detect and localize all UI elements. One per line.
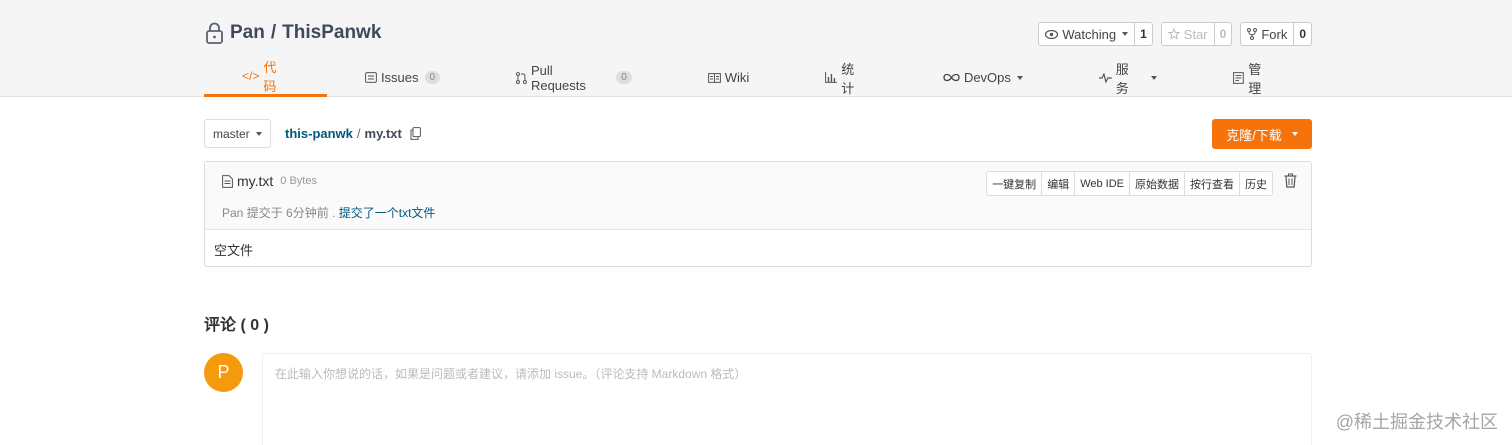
breadcrumb: this-panwk / my.txt (285, 126, 421, 141)
wiki-icon (707, 72, 721, 83)
commit-time: 提交于 6分钟前 . (246, 206, 336, 220)
raw-button[interactable]: 原始数据 (1130, 172, 1185, 195)
chevron-down-icon (1122, 32, 1129, 36)
file-icon (222, 174, 233, 188)
web-ide-button[interactable]: Web IDE (1075, 172, 1130, 195)
star-button[interactable]: Star 0 (1160, 22, 1233, 46)
branch-name: master (213, 126, 250, 141)
commit-message[interactable]: 提交了一个txt文件 (339, 206, 436, 220)
watch-button[interactable]: Watching 1 (1038, 22, 1153, 46)
pull-request-icon (516, 71, 527, 84)
copy-all-button[interactable]: 一键复制 (987, 172, 1043, 195)
watermark: @稀土掘金技术社区 (1335, 412, 1498, 432)
tab-code[interactable]: </> 代码 (204, 58, 327, 97)
repo-owner[interactable]: Pan (230, 22, 265, 44)
commit-author[interactable]: Pan (222, 206, 243, 220)
file-actions: 一键复制 编辑 Web IDE 原始数据 按行查看 历史 (986, 171, 1273, 196)
tab-wiki[interactable]: Wiki (670, 58, 788, 97)
repo-header: Pan / ThisPanwk Watching 1 Star 0 Fork 0 (0, 0, 1512, 97)
devops-icon (943, 73, 960, 82)
breadcrumb-file: my.txt (364, 126, 402, 141)
star-icon (1167, 28, 1180, 40)
tab-stats[interactable]: 统计 (787, 58, 905, 97)
repo-title: Pan / ThisPanwk (205, 22, 381, 44)
chevron-down-icon (1016, 75, 1023, 80)
repo-tabs: </> 代码 Issues 0 Pull Requests 0 Wiki 统计 … (204, 58, 1312, 97)
history-button[interactable]: 历史 (1240, 172, 1272, 195)
tab-pull-requests[interactable]: Pull Requests 0 (478, 58, 670, 97)
file-viewer: my.txt 0 Bytes Pan 提交于 6分钟前 . 提交了一个txt文件… (204, 161, 1312, 267)
settings-icon (1233, 71, 1245, 84)
chevron-down-icon (255, 131, 262, 136)
file-title: my.txt 0 Bytes (222, 173, 317, 189)
copy-icon[interactable] (410, 127, 421, 140)
star-label: Star (1183, 26, 1208, 42)
clone-download-button[interactable]: 克隆/下载 (1212, 119, 1312, 149)
eye-icon (1045, 29, 1059, 39)
chevron-down-icon (1151, 75, 1158, 80)
issues-count-badge: 0 (424, 71, 441, 84)
avatar[interactable]: P (204, 353, 243, 392)
comments-title: 评论 ( 0 ) (204, 317, 269, 334)
breadcrumb-repo-link[interactable]: this-panwk (285, 126, 353, 141)
fork-count[interactable]: 0 (1294, 23, 1311, 45)
file-size: 0 Bytes (280, 175, 317, 187)
commit-info: Pan 提交于 6分钟前 . 提交了一个txt文件 (222, 204, 435, 221)
lock-icon (206, 22, 223, 44)
tab-manage[interactable]: 管理 (1195, 58, 1312, 97)
issues-icon (365, 72, 377, 83)
fork-button[interactable]: Fork 0 (1240, 22, 1312, 46)
branch-select[interactable]: master (204, 119, 271, 148)
comment-input[interactable]: 在此输入你想说的话，如果是问题或者建议，请添加 issue。（评论支持 Mark… (262, 353, 1312, 445)
blame-button[interactable]: 按行查看 (1185, 172, 1240, 195)
star-count[interactable]: 0 (1215, 23, 1232, 45)
edit-button[interactable]: 编辑 (1042, 172, 1076, 195)
stats-icon (825, 72, 838, 83)
chevron-down-icon (1291, 132, 1298, 136)
breadcrumb-separator: / (356, 126, 361, 141)
watch-count[interactable]: 1 (1135, 23, 1152, 45)
tab-issues[interactable]: Issues 0 (327, 58, 478, 97)
tab-devops[interactable]: DevOps (905, 58, 1061, 97)
pr-count-badge: 0 (616, 71, 632, 84)
repo-actions: Watching 1 Star 0 Fork 0 (1038, 22, 1312, 46)
repo-separator: / (270, 22, 277, 43)
fork-icon (1247, 28, 1258, 40)
tab-services[interactable]: 服务 (1061, 58, 1195, 97)
fork-label: Fork (1261, 26, 1288, 42)
code-icon: </> (242, 69, 260, 83)
file-name: my.txt (237, 173, 274, 189)
watch-label: Watching (1062, 26, 1117, 42)
trash-icon[interactable] (1284, 173, 1297, 188)
file-header: my.txt 0 Bytes Pan 提交于 6分钟前 . 提交了一个txt文件… (205, 162, 1311, 230)
repo-name[interactable]: ThisPanwk (282, 22, 381, 44)
file-content: 空文件 (214, 243, 254, 258)
pulse-icon (1098, 72, 1112, 83)
